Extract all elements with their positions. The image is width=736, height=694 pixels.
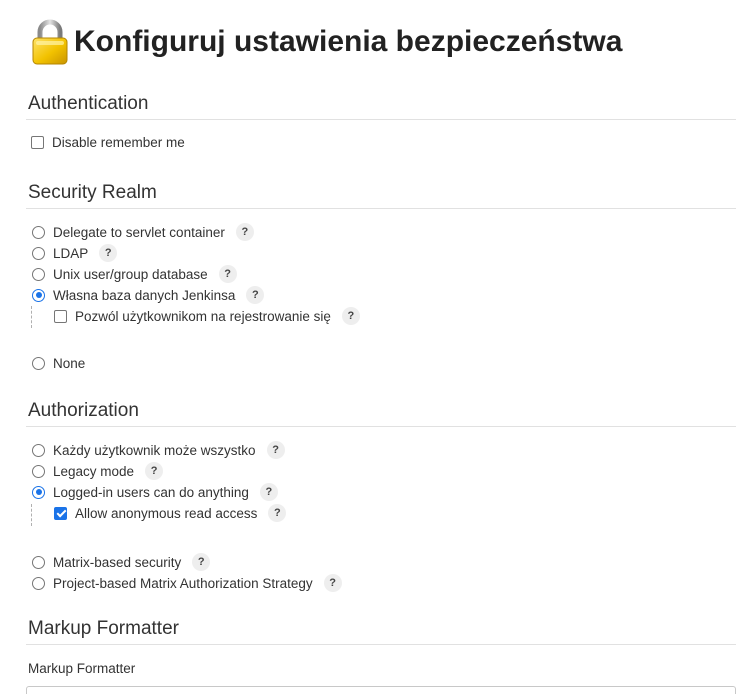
realm-option-jenkins-database[interactable]: Własna baza danych Jenkinsa ?: [32, 286, 265, 304]
realm-option-servlet-container[interactable]: Delegate to servlet container ?: [32, 223, 254, 241]
nested-option-guide: [31, 306, 32, 328]
help-icon[interactable]: ?: [218, 265, 237, 283]
help-icon[interactable]: ?: [323, 574, 342, 592]
markup-formatter-field-label: Markup Formatter: [28, 661, 136, 676]
help-icon[interactable]: ?: [235, 223, 254, 241]
nested-option-guide: [31, 504, 32, 526]
section-divider: [26, 426, 736, 427]
help-icon[interactable]: ?: [266, 441, 285, 459]
realm-option-label: LDAP: [53, 245, 89, 261]
authz-option-matrix-based[interactable]: Matrix-based security ?: [32, 553, 211, 571]
realm-option-unix[interactable]: Unix user/group database ?: [32, 265, 237, 283]
realm-option-label: Unix user/group database: [53, 266, 208, 282]
page-title: Konfiguruj ustawienia bezpieczeństwa: [74, 25, 623, 58]
help-icon[interactable]: ?: [192, 553, 211, 571]
allow-signup-option[interactable]: Pozwól użytkownikom na rejestrowanie się…: [54, 307, 360, 325]
authz-option-label: Project-based Matrix Authorization Strat…: [53, 575, 313, 591]
authz-option-label: Matrix-based security: [53, 554, 182, 570]
allow-anonymous-read-checkbox[interactable]: [54, 506, 67, 520]
authz-option-label: Legacy mode: [53, 463, 135, 479]
authz-radio-everyone[interactable]: [32, 443, 45, 457]
authz-radio-matrix[interactable]: [32, 555, 45, 569]
authz-radio-legacy[interactable]: [32, 464, 45, 478]
realm-option-none[interactable]: None: [32, 356, 85, 371]
allow-signup-checkbox[interactable]: [54, 309, 67, 323]
authz-option-label: Każdy użytkownik może wszystko: [53, 442, 256, 458]
authz-radio-logged-in[interactable]: [32, 485, 45, 499]
section-divider: [26, 119, 736, 120]
realm-option-ldap[interactable]: LDAP ?: [32, 244, 118, 262]
section-heading-markup-formatter: Markup Formatter: [28, 618, 179, 639]
disable-remember-me-option[interactable]: Disable remember me: [31, 135, 185, 150]
realm-option-label: Delegate to servlet container: [53, 224, 225, 240]
lock-icon: [32, 19, 68, 65]
allow-anonymous-read-option[interactable]: Allow anonymous read access ?: [54, 504, 287, 522]
realm-radio-ldap[interactable]: [32, 246, 45, 260]
authz-option-logged-in-users[interactable]: Logged-in users can do anything ?: [32, 483, 278, 501]
help-icon[interactable]: ?: [145, 462, 164, 480]
authz-option-legacy-mode[interactable]: Legacy mode ?: [32, 462, 164, 480]
realm-option-label: None: [53, 356, 86, 371]
help-icon[interactable]: ?: [99, 244, 118, 262]
allow-signup-label: Pozwól użytkownikom na rejestrowanie się: [75, 308, 331, 324]
help-icon[interactable]: ?: [268, 504, 287, 522]
authz-option-everyone-can-do-anything[interactable]: Każdy użytkownik może wszystko ?: [32, 441, 285, 459]
realm-radio-servlet-container[interactable]: [32, 225, 45, 239]
section-divider: [26, 644, 736, 645]
authz-option-project-matrix[interactable]: Project-based Matrix Authorization Strat…: [32, 574, 342, 592]
disable-remember-me-label: Disable remember me: [52, 135, 185, 150]
disable-remember-me-checkbox[interactable]: [31, 136, 44, 149]
allow-anonymous-read-label: Allow anonymous read access: [75, 505, 258, 521]
section-heading-authorization: Authorization: [28, 400, 139, 421]
help-icon[interactable]: ?: [246, 286, 265, 304]
help-icon[interactable]: ?: [341, 307, 360, 325]
realm-option-label: Własna baza danych Jenkinsa: [53, 287, 236, 303]
section-heading-authentication: Authentication: [28, 93, 149, 114]
markup-formatter-select[interactable]: [26, 686, 736, 694]
realm-radio-unix[interactable]: [32, 267, 45, 281]
authz-option-label: Logged-in users can do anything: [53, 484, 249, 500]
page-header: Konfiguruj ustawienia bezpieczeństwa: [30, 18, 622, 66]
authz-radio-project-matrix[interactable]: [32, 576, 45, 590]
help-icon[interactable]: ?: [259, 483, 278, 501]
security-config-page: Konfiguruj ustawienia bezpieczeństwa Aut…: [0, 0, 736, 694]
realm-radio-none[interactable]: [32, 357, 45, 370]
section-heading-security-realm: Security Realm: [28, 182, 157, 203]
section-divider: [26, 208, 736, 209]
realm-radio-jenkins-database[interactable]: [32, 288, 45, 302]
